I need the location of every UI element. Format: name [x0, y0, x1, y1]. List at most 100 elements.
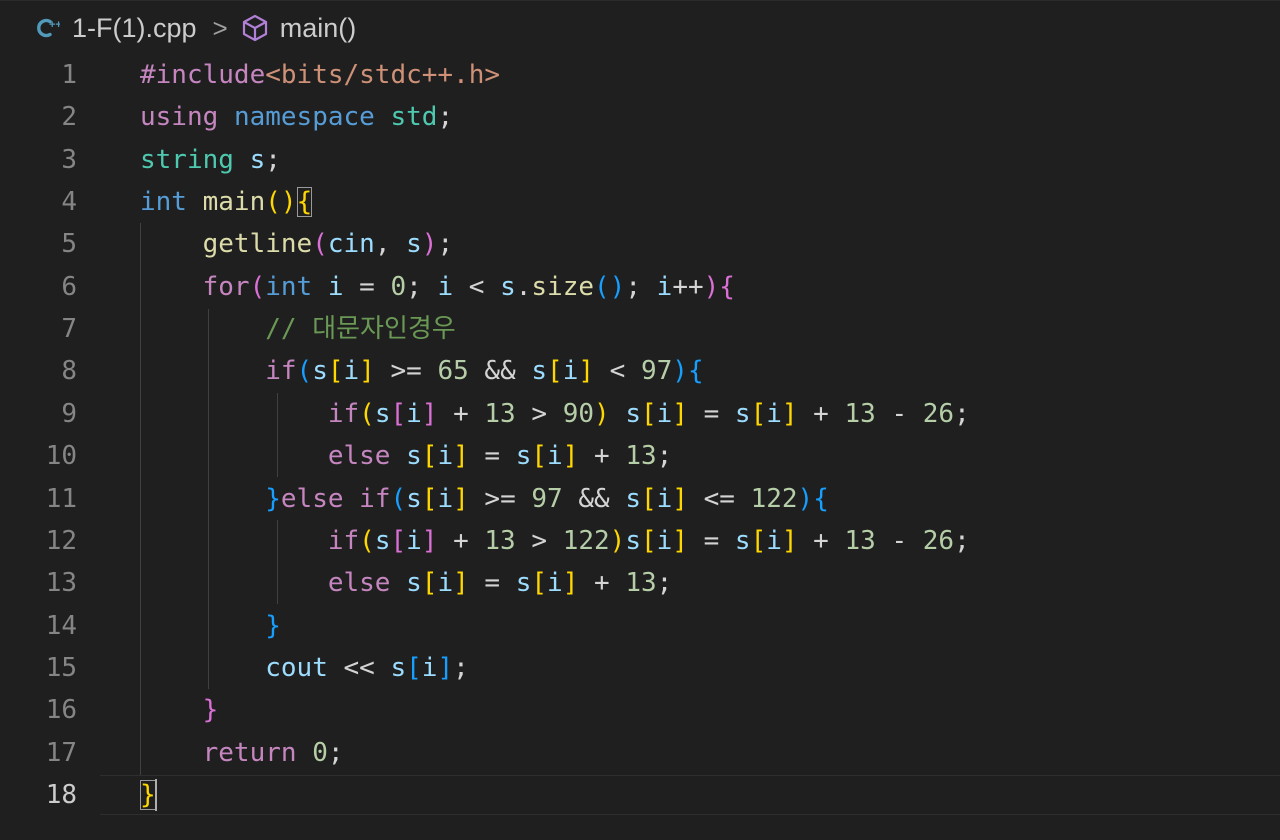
code-text[interactable]: } [140, 689, 219, 731]
code-line[interactable]: 18} [0, 774, 1280, 816]
code-editor[interactable]: ++ 1-F(1).cpp > main() 1 #include<bits/st… [0, 0, 1280, 840]
code-token: . [515, 271, 532, 302]
code-token: s [625, 483, 641, 514]
code-token: ] [672, 398, 688, 429]
text-cursor [155, 779, 157, 811]
code-token: 13 [484, 525, 516, 556]
code-line[interactable]: 1 #include<bits/stdc++.h> [0, 54, 1280, 96]
code-line[interactable]: 7 // 대문자인경우 [0, 308, 1280, 350]
code-token: i [562, 356, 579, 387]
code-token: ( [249, 271, 266, 302]
code-text[interactable]: } [140, 605, 281, 647]
code-token: i [656, 271, 673, 302]
code-token: if [327, 525, 360, 556]
line-number: 7 [61, 314, 77, 345]
code-text[interactable]: else s[i] = s[i] + 13; [140, 562, 672, 604]
code-line[interactable]: 14 } [0, 605, 1280, 647]
code-line[interactable]: 15 cout << s[i]; [0, 647, 1280, 689]
breadcrumb: ++ 1-F(1).cpp > main() [34, 8, 356, 48]
code-token: else [327, 441, 391, 472]
code-token: 90 [562, 398, 594, 429]
code-text[interactable]: // 대문자인경우 [140, 308, 456, 350]
code-line[interactable]: 10 else s[i] = s[i] + 13; [0, 435, 1280, 477]
code-text[interactable]: } [140, 774, 156, 816]
code-token: 0 [312, 737, 328, 768]
code-text[interactable]: string s; [140, 139, 281, 181]
code-line[interactable]: 17 return 0; [0, 732, 1280, 774]
code-line[interactable]: 11 }else if(s[i] >= 97 && s[i] <= 122){ [0, 478, 1280, 520]
code-text[interactable]: for(int i = 0; i < s.size(); i++){ [140, 266, 735, 308]
breadcrumb-file[interactable]: 1-F(1).cpp [72, 13, 197, 44]
code-token: + [578, 441, 626, 472]
code-text[interactable]: using namespace std; [140, 96, 453, 138]
code-text[interactable]: cout << s[i]; [140, 647, 469, 689]
code-line[interactable]: 6 for(int i = 0; i < s.size(); i++){ [0, 266, 1280, 308]
line-number: 11 [45, 483, 77, 514]
code-token: s [249, 144, 266, 175]
code-line[interactable]: 2 using namespace std; [0, 96, 1280, 138]
code-text[interactable]: #include<bits/stdc++.h> [140, 54, 500, 96]
code-token: string [140, 144, 234, 175]
line-number: 9 [61, 398, 77, 429]
code-token: s [625, 525, 641, 556]
top-border [0, 0, 1280, 1]
code-line[interactable]: 12 if(s[i] + 13 > 122)s[i] = s[i] + 13 -… [0, 520, 1280, 562]
code-token: { [813, 483, 829, 514]
code-token: std [390, 102, 438, 133]
code-text[interactable]: if(s[i] + 13 > 122)s[i] = s[i] + 13 - 26… [140, 520, 970, 562]
line-number: 10 [45, 441, 77, 472]
code-token: ; [327, 737, 344, 768]
code-token: // 대문자인경우 [265, 314, 456, 345]
code-token: ; [453, 652, 469, 683]
code-token: [ [750, 525, 767, 556]
code-token: ( [390, 483, 407, 514]
code-token: < [453, 271, 501, 302]
code-text[interactable]: int main(){ [140, 181, 313, 223]
code-text[interactable]: return 0; [140, 732, 344, 774]
code-token: s [515, 568, 532, 599]
code-token: ; [954, 398, 970, 429]
code-token: i [406, 398, 422, 429]
breadcrumb-symbol[interactable]: main() [280, 13, 357, 44]
code-token: > [515, 525, 563, 556]
code-line[interactable]: 13 else s[i] = s[i] + 13; [0, 562, 1280, 604]
line-number: 12 [45, 525, 77, 556]
breadcrumb-separator: > [212, 12, 228, 43]
code-token: >= [374, 356, 438, 387]
code-token: ; [954, 525, 970, 556]
code-text[interactable]: if(s[i] + 13 > 90) s[i] = s[i] + 13 - 26… [140, 393, 970, 435]
code-token: [ [421, 441, 438, 472]
code-token: ] [672, 483, 688, 514]
code-token: >= [468, 483, 532, 514]
code-line[interactable]: 4 int main(){ [0, 181, 1280, 223]
code-token: 97 [531, 483, 563, 514]
code-token: s [374, 525, 391, 556]
code-line[interactable]: 8 if(s[i] >= 65 && s[i] < 97){ [0, 350, 1280, 392]
code-line[interactable]: 9 if(s[i] + 13 > 90) s[i] = s[i] + 13 - … [0, 393, 1280, 435]
code-text[interactable]: }else if(s[i] >= 97 && s[i] <= 122){ [140, 478, 829, 520]
code-token: <= [687, 483, 751, 514]
code-token: s [406, 483, 422, 514]
code-token: size [531, 271, 595, 302]
code-token: i [656, 525, 673, 556]
code-token: i [437, 271, 454, 302]
code-token: s [531, 356, 548, 387]
code-text[interactable]: else s[i] = s[i] + 13; [140, 435, 672, 477]
code-text[interactable]: getline(cin, s); [140, 223, 453, 265]
code-token: 26 [922, 525, 955, 556]
code-line[interactable]: 3 string s; [0, 139, 1280, 181]
code-token: ] [453, 483, 469, 514]
line-number: 6 [61, 271, 77, 302]
code-line[interactable]: 5 getline(cin, s); [0, 223, 1280, 265]
code-line[interactable]: 16 } [0, 689, 1280, 731]
code-text[interactable]: if(s[i] >= 65 && s[i] < 97){ [140, 350, 703, 392]
